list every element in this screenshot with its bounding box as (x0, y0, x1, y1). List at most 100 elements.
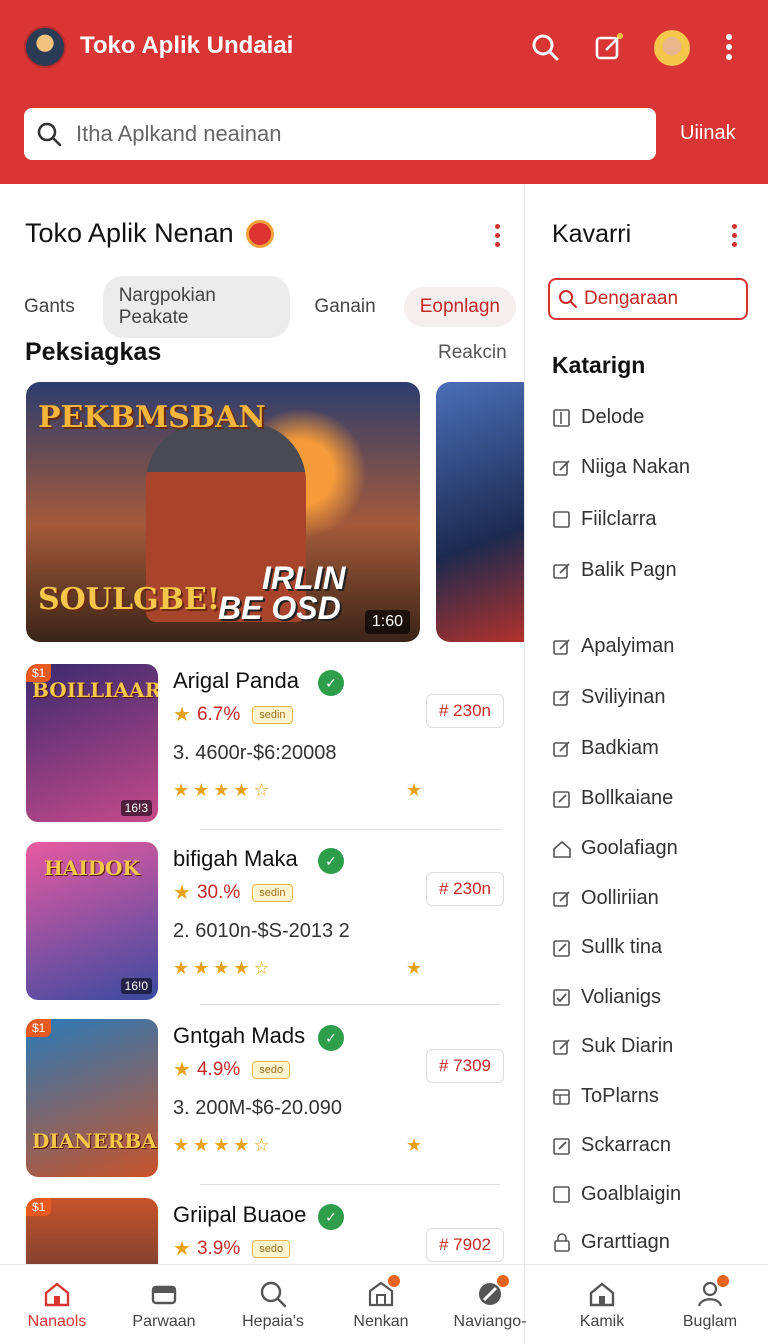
search-action-button[interactable]: Uiinak (680, 122, 736, 145)
edit-icon (552, 1037, 572, 1057)
category-item[interactable]: Niiga Nakan (552, 456, 690, 479)
category-item[interactable]: Badkiam (552, 737, 659, 760)
filter-chips: Gants Nargpokian Peakate Ganain Eopnlagn (24, 276, 524, 338)
section-link[interactable]: Reakcin (438, 342, 507, 364)
nav-label: Buglam (682, 1313, 738, 1330)
chip-1[interactable]: Nargpokian Peakate (102, 276, 291, 338)
banner-bottom-text: SOULGBE! (38, 582, 221, 617)
chip-0[interactable]: Gants (24, 287, 95, 327)
category-item[interactable]: Goolafiagn (552, 837, 678, 860)
nav-item[interactable]: Nenkan (327, 1265, 435, 1344)
nav-item[interactable]: Buglam (656, 1265, 764, 1344)
nav-item[interactable]: Parwaan (110, 1265, 218, 1344)
more-vert-icon[interactable] (712, 30, 746, 64)
app-list-item[interactable]: $1 BOILLIAAR 16!3 Arigal Panda ✓ ★ 6.7% se… (26, 664, 506, 822)
category-item[interactable]: Balik Pagn (552, 559, 677, 582)
categories-title: Katarign (552, 352, 646, 378)
more-vert-icon[interactable] (732, 224, 737, 247)
price-button[interactable]: # 7902 (426, 1228, 504, 1262)
app-meta: 3. 4600r-$6:20008 (173, 742, 337, 764)
category-item[interactable]: Apalyiman (552, 635, 674, 658)
category-item[interactable]: Bollkaiane (552, 787, 673, 810)
category-item[interactable]: Suk Diarin (552, 1035, 673, 1058)
category-item[interactable]: Sviliyinan (552, 686, 665, 709)
favorite-star-icon[interactable]: ★ (406, 780, 422, 801)
category-label: Fiilclarra (581, 508, 657, 530)
category-label: Niiga Nakan (581, 456, 690, 478)
panel-search-button[interactable]: Dengaraan (548, 278, 748, 320)
sale-badge: sedin (252, 705, 293, 724)
nav-item[interactable]: Kamik (548, 1265, 656, 1344)
thumb-badge: 16!0 (120, 978, 152, 994)
app-name: Gntgah Mads (173, 1023, 306, 1048)
compass-icon (475, 1275, 509, 1309)
rating-value: 4.9% (196, 1058, 241, 1080)
featured-banner-next[interactable] (436, 382, 524, 642)
nav-label: Naviango- (453, 1313, 527, 1330)
edit-icon (552, 458, 572, 478)
lock-icon (552, 1232, 572, 1253)
app-list-item[interactable]: $1 DIANERBAN Gntgah Mads ✓ ★4.9%sedo 3. … (26, 1019, 506, 1177)
app-list-item[interactable]: $1 Griipal Buaoe ✓ ★ 3.9% sedo # 7902 (26, 1198, 506, 1264)
category-label: Sullk tina (581, 936, 663, 958)
nav-label: Parwaan (132, 1313, 196, 1330)
panel-title: Kavarri (552, 220, 632, 248)
search-icon[interactable] (528, 30, 562, 64)
price-button[interactable]: # 7309 (426, 1049, 504, 1083)
category-label: Volianigs (581, 986, 662, 1008)
featured-banner[interactable]: PEKBMSBAN SOULGBE! IRLIN BE OSD 1:60 (26, 382, 420, 642)
category-label: Goolafiagn (581, 837, 678, 859)
nav-label: Nanaols (27, 1313, 87, 1330)
nav-item[interactable]: Hepaia's (219, 1265, 327, 1344)
sale-badge: sedin (252, 883, 293, 902)
category-item[interactable]: Fiilclarra (552, 508, 657, 531)
category-item[interactable]: Goalblaigin (552, 1183, 681, 1206)
category-label: Bollkaiane (581, 787, 674, 809)
edit-icon[interactable] (592, 30, 626, 64)
nav-label: Hepaia's (242, 1313, 304, 1330)
rating-value: 30.% (196, 881, 241, 903)
search-input[interactable]: Itha Aplkand neainan (24, 108, 656, 160)
book-icon (552, 408, 572, 428)
more-vert-icon[interactable] (495, 224, 500, 247)
app-thumbnail: $1 (26, 1198, 158, 1264)
favorite-star-icon[interactable]: ★ (406, 958, 422, 979)
thumb-title: DIANERBAN (32, 1129, 158, 1153)
section-title: Peksiagkas (25, 338, 162, 366)
edit-square-icon (552, 938, 572, 958)
notification-dot (717, 1275, 729, 1287)
category-item[interactable]: Sckarracn (552, 1134, 671, 1157)
notification-dot (388, 1275, 400, 1287)
main-content: Toko Aplik Nenan Gants Nargpokian Peakat… (0, 184, 524, 1264)
star-icon: ★ (173, 704, 191, 726)
banner-big-line-2: BE OSD (218, 590, 341, 626)
category-item[interactable]: Sullk tina (552, 936, 662, 959)
thumb-tag: $1 (26, 1019, 52, 1037)
category-item[interactable]: ToPlarns (552, 1085, 659, 1108)
app-thumbnail: $1 DIANERBAN (26, 1019, 158, 1177)
favorite-star-icon[interactable]: ★ (406, 1135, 422, 1156)
avatar[interactable] (654, 30, 690, 66)
rating-value: 3.9% (196, 1237, 241, 1259)
star-rating: ★★★★☆ (173, 780, 274, 800)
chip-3[interactable]: Eopnlagn (403, 287, 516, 327)
chip-2[interactable]: Ganain (298, 287, 395, 327)
app-list-item[interactable]: HAIDOK 16!0 bifigah Maka ✓ ★ 30.% sedin 2.… (26, 842, 506, 1000)
thumb-title: HAIDOK (44, 856, 140, 880)
home-icon (587, 1279, 617, 1309)
nav-item[interactable]: Nanaols (3, 1265, 111, 1344)
panel-search-label: Dengaraan (584, 288, 679, 309)
home-icon (552, 839, 572, 859)
category-item[interactable]: Volianigs (552, 986, 661, 1009)
price-button[interactable]: # 230n (426, 694, 504, 728)
category-item[interactable]: Oolliriian (552, 887, 659, 910)
category-item[interactable]: Grarttiagn (552, 1231, 670, 1254)
nav-item[interactable]: Naviango- (436, 1265, 544, 1344)
verified-icon: ✓ (318, 1025, 344, 1051)
thumb-title: BOILLIAAR (32, 678, 158, 702)
app-meta: 2. 6010n-$S-2013 2 (173, 920, 350, 942)
price-button[interactable]: # 230n (426, 872, 504, 906)
app-rating: ★ 4.9% sedo (173, 1057, 291, 1082)
app-header: Toko Aplik Undaiai Itha Aplkand neainan … (0, 0, 768, 184)
category-item[interactable]: Delode (552, 406, 644, 429)
